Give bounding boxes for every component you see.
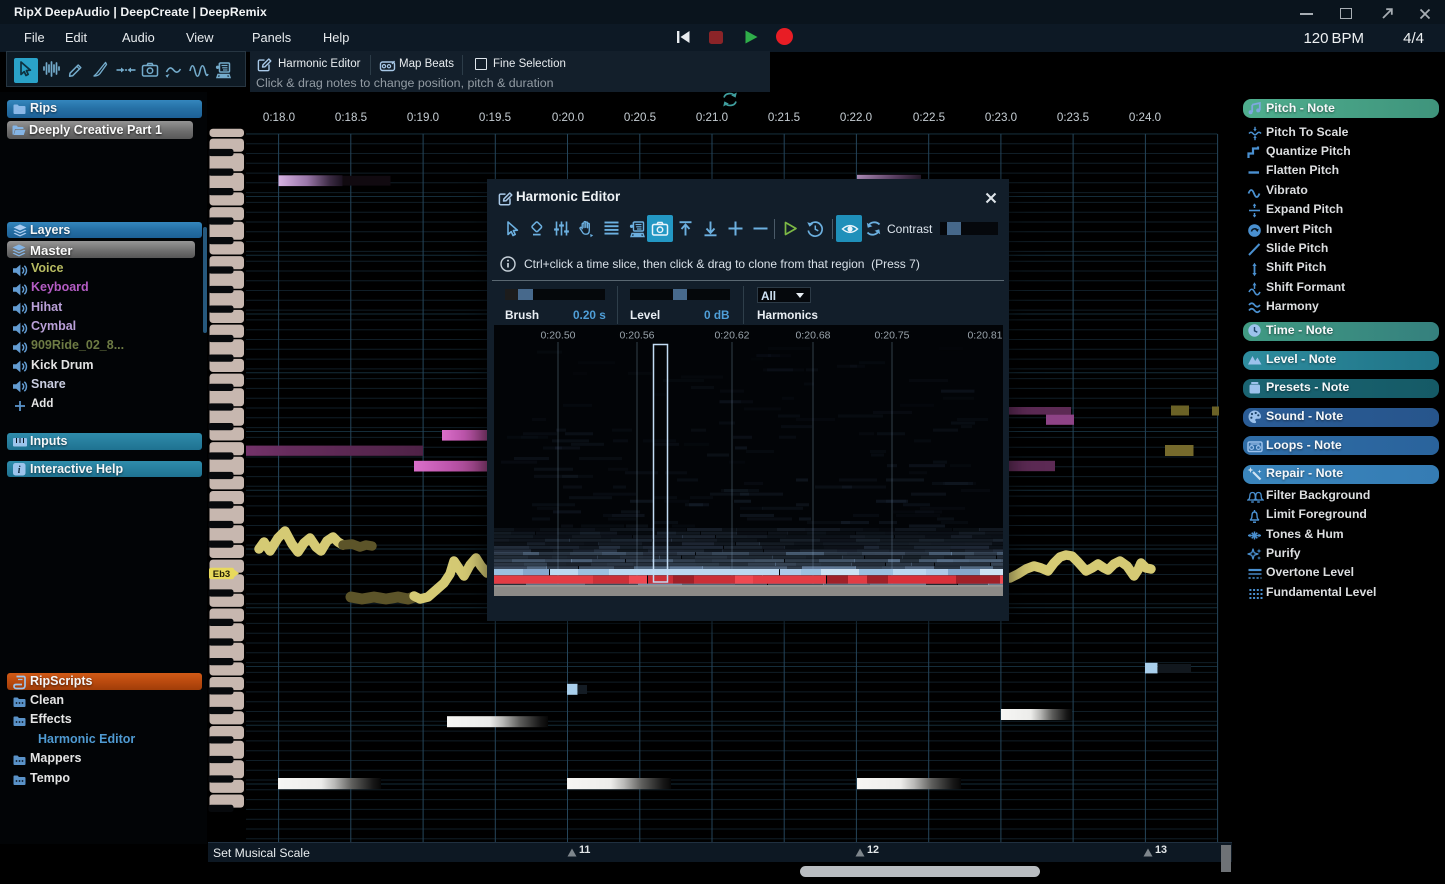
svg-text:0:20.62: 0:20.62 (714, 330, 749, 342)
svg-text:i: i (18, 465, 21, 476)
svg-text:0:20.75: 0:20.75 (874, 330, 909, 342)
svg-text:Eb3: Eb3 (213, 569, 230, 580)
svg-text:0:20.56: 0:20.56 (619, 330, 654, 342)
svg-text:0:20.81: 0:20.81 (967, 330, 1002, 342)
svg-text:0:20.50: 0:20.50 (540, 330, 575, 342)
svg-text:0:20.68: 0:20.68 (795, 330, 830, 342)
